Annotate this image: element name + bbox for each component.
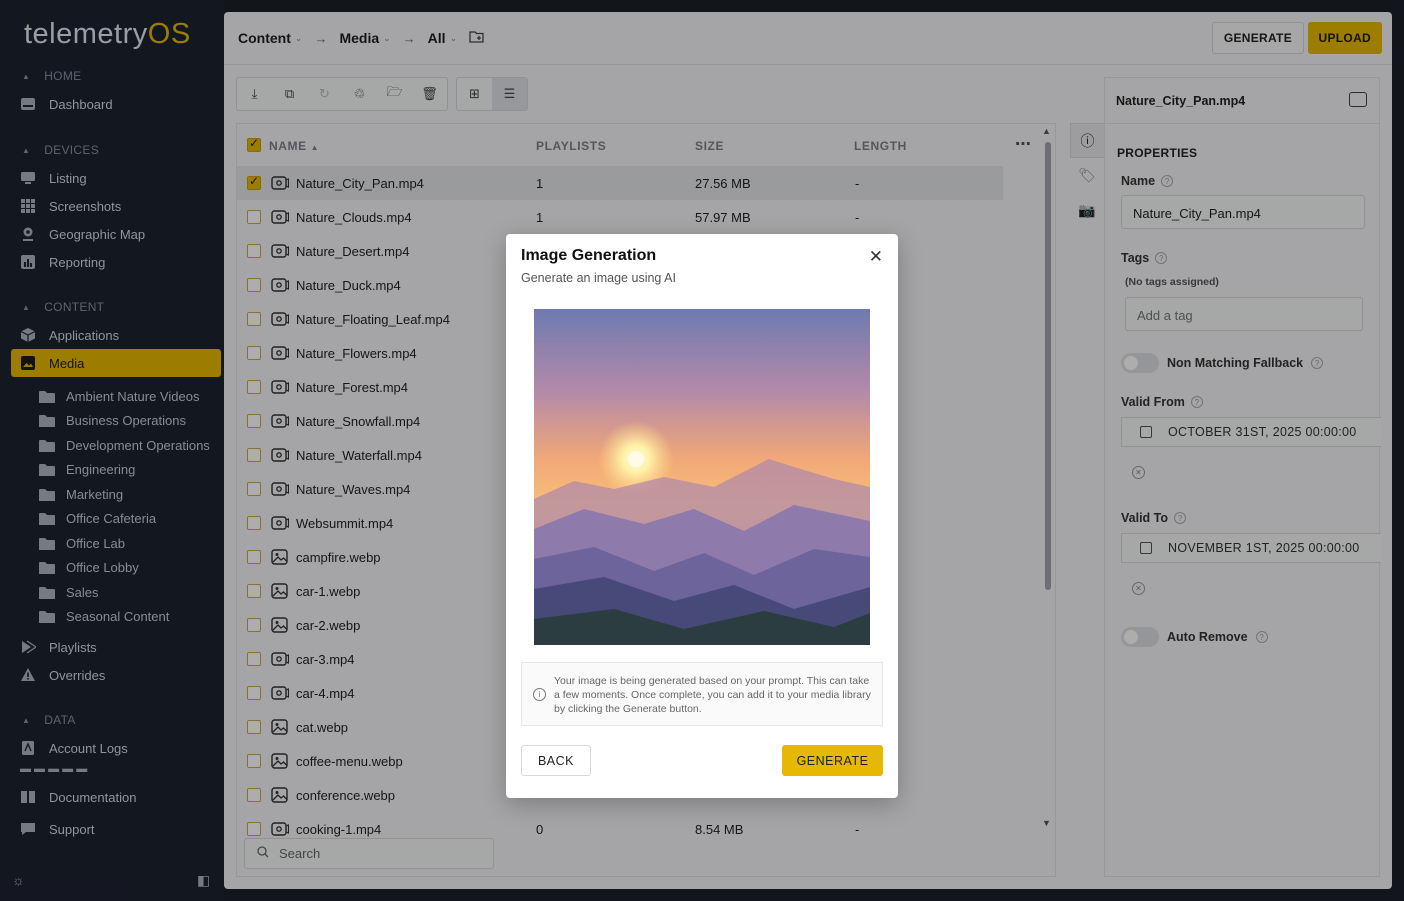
modal-generate-button[interactable]: GENERATE <box>782 745 883 776</box>
info-box: i Your image is being generated based on… <box>521 662 883 726</box>
image-generation-modal: Image Generation Generate an image using… <box>506 234 898 798</box>
modal-subtitle: Generate an image using AI <box>521 271 676 285</box>
modal-title: Image Generation <box>521 247 657 264</box>
close-icon[interactable]: ✕ <box>869 247 883 267</box>
back-button[interactable]: BACK <box>521 745 591 776</box>
generated-image <box>534 309 870 645</box>
info-icon: i <box>533 688 546 701</box>
